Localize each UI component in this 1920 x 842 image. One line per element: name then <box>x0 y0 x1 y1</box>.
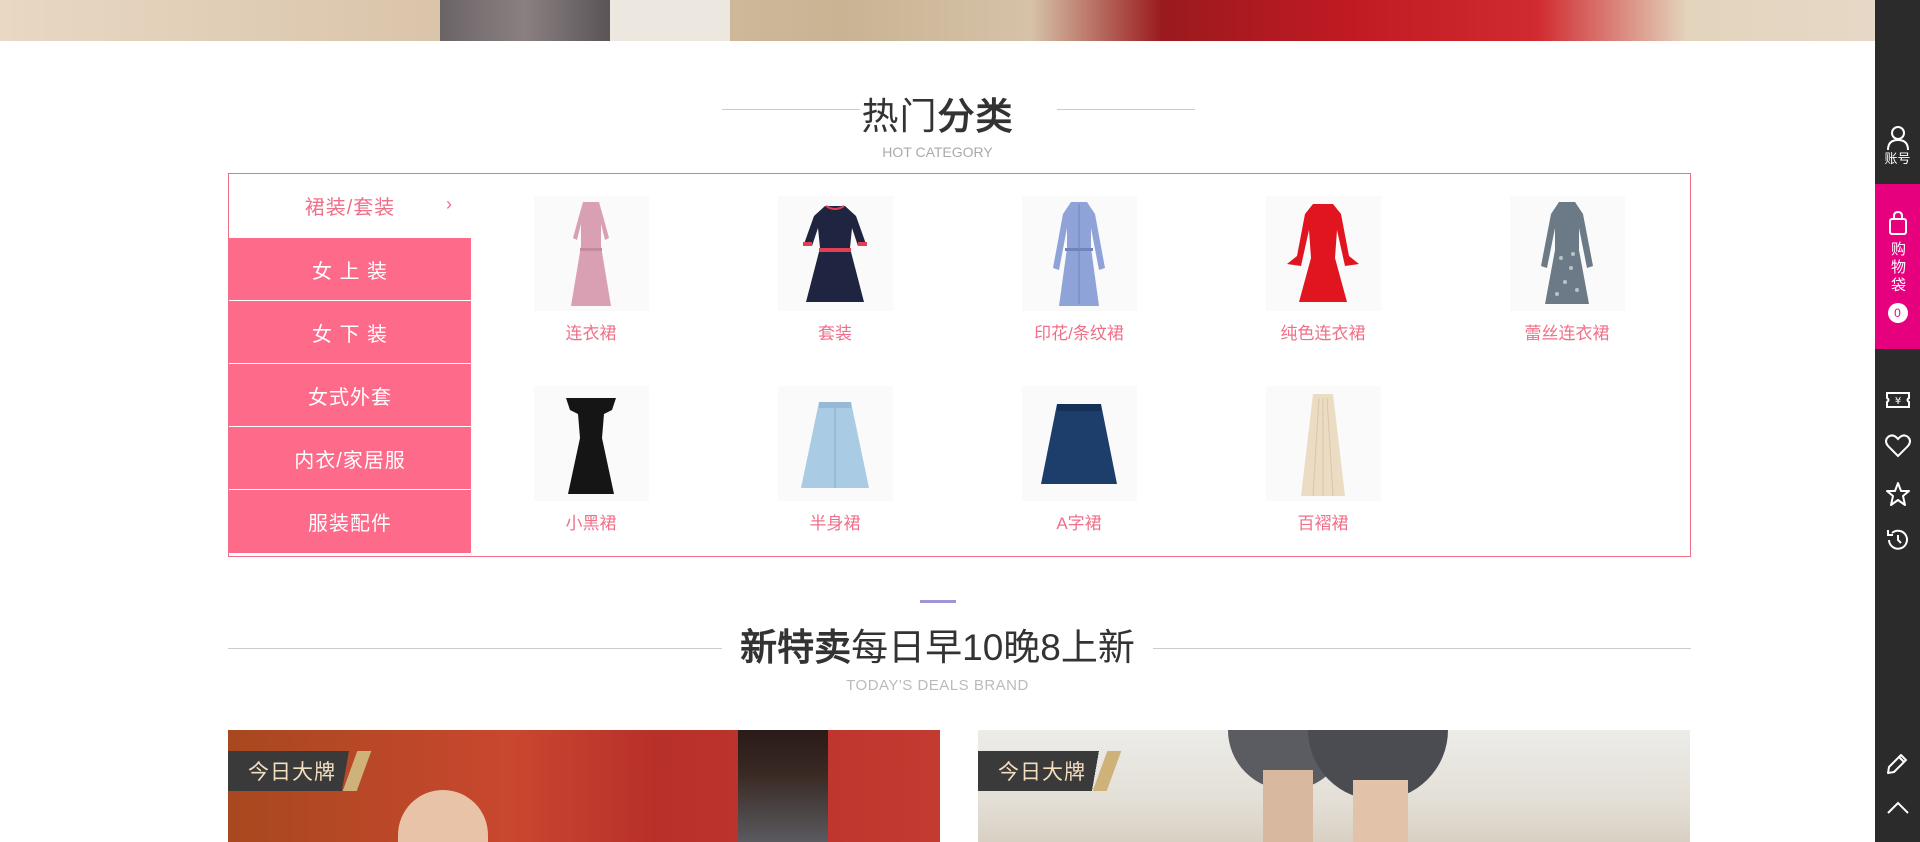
deal-card[interactable]: 今日大牌 <box>228 730 940 842</box>
category-item-accessories[interactable]: 服装配件 <box>229 490 471 553</box>
chevron-up-icon <box>1886 801 1909 814</box>
deal-tag-label: 今日大牌 <box>248 761 336 784</box>
deal-tag-label: 今日大牌 <box>998 761 1086 784</box>
account-button[interactable]: 账号 <box>1875 116 1920 176</box>
product-link-a-line-skirt[interactable]: A字裙 <box>999 386 1159 534</box>
tag-accent <box>1092 751 1122 791</box>
coupon-icon: ¥ <box>1885 392 1910 408</box>
user-icon <box>1886 126 1909 151</box>
heart-icon <box>1884 434 1911 458</box>
banner-model-figure <box>440 0 610 41</box>
navy-dress-icon <box>777 196 893 311</box>
edit-icon <box>1886 754 1907 774</box>
cart-label: 购物袋 <box>1889 240 1906 295</box>
product-label: 半身裙 <box>809 514 861 533</box>
product-label: 百褶裙 <box>1297 514 1349 533</box>
chevron-right-icon: › <box>446 194 453 214</box>
lace-dress-icon <box>1509 196 1625 311</box>
title-light: 热门 <box>861 96 938 137</box>
svg-text:¥: ¥ <box>1894 396 1900 407</box>
shopping-bag-icon <box>1888 210 1907 235</box>
category-label: 女 上 装 <box>311 260 389 283</box>
category-label: 女 下 装 <box>311 323 389 346</box>
cart-count-badge: 0 <box>1887 302 1908 323</box>
hot-category-header: 热门分类 HOT CATEGORY <box>0 86 1875 160</box>
product-label: 小黑裙 <box>565 514 617 533</box>
tag-accent <box>342 751 372 791</box>
category-item-bottoms[interactable]: 女 下 装 <box>229 301 471 364</box>
coupon-button[interactable]: ¥ <box>1875 382 1920 418</box>
pleated-skirt-icon <box>1265 386 1381 501</box>
category-label: 女式外套 <box>308 386 392 409</box>
back-to-top-button[interactable] <box>1875 790 1920 826</box>
title-bold: 分类 <box>937 96 1014 137</box>
shopping-bag-button[interactable]: 购物袋 0 <box>1875 184 1920 349</box>
star-icon <box>1885 482 1910 506</box>
model-image <box>1353 780 1408 842</box>
model-image <box>1263 770 1313 842</box>
section-subtitle: TODAY'S DEALS BRAND <box>846 677 1029 694</box>
banner-model-figure <box>610 0 730 41</box>
category-item-outerwear[interactable]: 女式外套 <box>229 364 471 427</box>
hot-category-panel: 裙装/套装 › 女 上 装 女 下 装 女式外套 内衣/家居服 服装配件 连衣裙… <box>228 173 1691 557</box>
category-item-underwear[interactable]: 内衣/家居服 <box>229 427 471 490</box>
divider <box>1057 109 1195 110</box>
deals-header: 新特卖每日早10晚8上新 TODAY'S DEALS BRAND <box>0 600 1875 694</box>
red-dress-icon <box>1265 196 1381 311</box>
product-link-little-black-dress[interactable]: 小黑裙 <box>511 386 671 534</box>
category-label: 裙装/套装 <box>304 197 396 219</box>
category-item-tops[interactable]: 女 上 装 <box>229 238 471 301</box>
product-link-dress[interactable]: 连衣裙 <box>511 196 671 344</box>
denim-skirt-icon <box>777 386 893 501</box>
history-button[interactable] <box>1875 522 1920 558</box>
product-label: 连衣裙 <box>565 324 617 343</box>
product-link-print-dress[interactable]: 印花/条纹裙 <box>999 196 1159 344</box>
feedback-button[interactable] <box>1875 744 1920 780</box>
history-icon <box>1886 529 1908 550</box>
product-link-lace-dress[interactable]: 蕾丝连衣裙 <box>1487 196 1647 344</box>
product-grid: 连衣裙 套装 印花/条纹裙 纯色连衣裙 蕾丝连衣裙 小黑裙 半身裙 A字裙 百褶… <box>471 174 1691 556</box>
category-label: 内衣/家居服 <box>294 449 406 472</box>
blue-shirt-dress-icon <box>1021 196 1137 311</box>
product-label: 纯色连衣裙 <box>1280 324 1366 343</box>
deal-tag: 今日大牌 <box>978 751 1126 791</box>
accent-bar <box>919 600 956 603</box>
model-image <box>738 730 828 842</box>
title-light: 每日早10晚8上新 <box>851 627 1135 668</box>
category-item-dresses[interactable]: 裙装/套装 › <box>229 174 471 238</box>
top-banner-image[interactable] <box>0 0 1875 41</box>
title-bold: 新特卖 <box>740 627 852 668</box>
section-subtitle: HOT CATEGORY <box>882 144 993 160</box>
deal-card[interactable]: 今日大牌 <box>978 730 1690 842</box>
category-menu: 裙装/套装 › 女 上 装 女 下 装 女式外套 内衣/家居服 服装配件 <box>229 174 471 556</box>
product-link-suit[interactable]: 套装 <box>755 196 915 344</box>
black-dress-icon <box>533 386 649 501</box>
collections-button[interactable] <box>1875 476 1920 512</box>
account-label: 账号 <box>1884 151 1911 166</box>
product-link-solid-dress[interactable]: 纯色连衣裙 <box>1243 196 1403 344</box>
right-toolbar: 账号 购物袋 0 ¥ <box>1875 0 1920 842</box>
pink-dress-icon <box>533 196 649 311</box>
category-label: 服装配件 <box>308 513 392 535</box>
product-label: 套装 <box>818 324 852 343</box>
deal-tag: 今日大牌 <box>228 751 376 791</box>
divider <box>722 109 860 110</box>
model-image <box>398 790 488 842</box>
product-link-skirt[interactable]: 半身裙 <box>755 386 915 534</box>
product-link-pleated-skirt[interactable]: 百褶裙 <box>1243 386 1403 534</box>
a-line-skirt-icon <box>1021 386 1137 501</box>
product-label: A字裙 <box>1056 514 1102 533</box>
product-label: 印花/条纹裙 <box>1034 324 1124 343</box>
favorites-button[interactable] <box>1875 428 1920 464</box>
section-title: 热门分类 <box>862 86 1014 140</box>
section-title: 新特卖每日早10晚8上新 <box>722 617 1153 671</box>
product-label: 蕾丝连衣裙 <box>1524 324 1610 343</box>
